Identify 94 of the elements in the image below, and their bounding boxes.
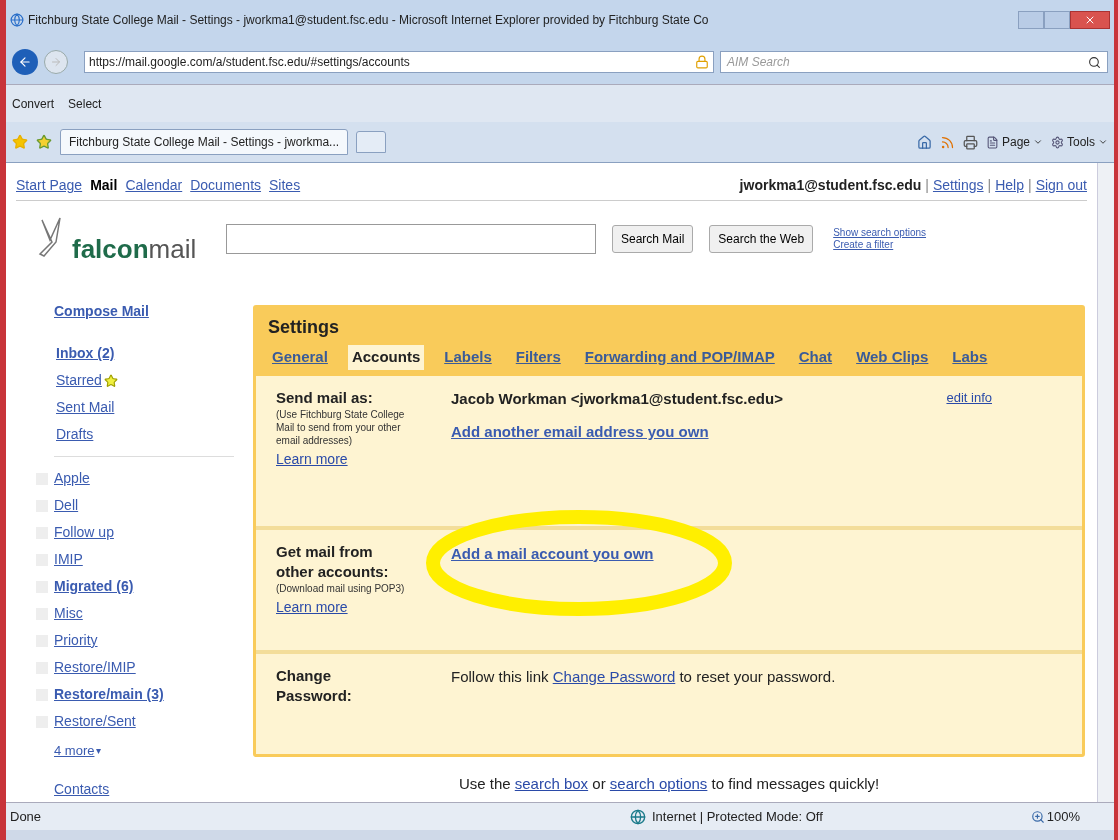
account-link[interactable]: Sign out <box>1035 175 1087 196</box>
edit-info-link[interactable]: edit info <box>946 387 992 410</box>
falconmail-logo: falconmail <box>16 216 216 262</box>
search-button[interactable]: Search the Web <box>709 225 814 253</box>
label-link[interactable]: Restore/Sent <box>54 711 136 732</box>
nav-link[interactable]: Start Page <box>16 175 83 196</box>
section-label: Change Password: <box>276 665 353 706</box>
search-button[interactable]: Search Mail <box>612 225 694 253</box>
compose-link[interactable]: Compose Mail <box>54 301 149 322</box>
sender-address: Jacob Workman <jworkma1@student.fsc.edu> <box>451 388 783 409</box>
lock-icon <box>695 55 709 69</box>
separator: | <box>925 176 929 195</box>
feed-icon[interactable] <box>939 134 955 150</box>
account-link[interactable]: Help <box>995 175 1024 196</box>
separator: | <box>987 176 992 195</box>
back-button[interactable] <box>12 49 38 75</box>
close-button[interactable] <box>1070 11 1110 29</box>
search-icon <box>1088 55 1101 69</box>
address-field[interactable]: https://mail.google.com/a/student.fsc.edu/#settings/accounts <box>84 51 714 73</box>
learn-more-link[interactable]: Learn more <box>276 448 348 470</box>
scrollbar[interactable] <box>1097 163 1114 802</box>
account-link[interactable]: Settings <box>932 175 984 196</box>
add-favorite-icon[interactable] <box>36 134 52 150</box>
section-label: Get mail from other accounts: <box>276 541 390 582</box>
folder-link[interactable]: Sent Mail <box>56 397 115 418</box>
search-tip: Use the search box or search options to find messages quickly! <box>457 773 881 794</box>
close-icon <box>1084 14 1096 26</box>
settings-tab[interactable]: Accounts <box>347 345 425 370</box>
zoom-icon <box>1030 809 1045 824</box>
caret-icon <box>1033 137 1043 147</box>
password-sentence: Follow this link Change Password to reset your password. <box>451 666 837 687</box>
label-link[interactable]: Dell <box>54 495 79 516</box>
toolbar-button[interactable]: Select <box>68 94 102 113</box>
zoom-level[interactable]: 100% <box>1046 806 1080 827</box>
nav-link[interactable]: Mail <box>90 175 118 196</box>
mail-search-field[interactable] <box>226 224 596 254</box>
settings-tab[interactable]: Labs <box>948 345 992 370</box>
nav-link[interactable]: Documents <box>190 175 262 196</box>
section-note: (Download mail using POP3) <box>276 581 406 595</box>
gear-icon <box>1051 135 1064 149</box>
settings-tab[interactable]: Forwarding and POP/IMAP <box>580 345 779 370</box>
browser-icon <box>10 13 24 27</box>
command-button[interactable]: Page <box>985 133 1043 151</box>
text-link[interactable]: Change Password <box>552 667 676 685</box>
toolbar-button[interactable]: Convert <box>12 94 55 113</box>
settings-tab[interactable]: Labels <box>440 345 496 370</box>
label-link[interactable]: IMIP <box>54 549 83 570</box>
settings-title: Settings <box>268 317 339 337</box>
settings-tab[interactable]: Web Clips <box>852 345 933 370</box>
text-link[interactable]: search options <box>609 774 708 792</box>
folder-link[interactable]: Inbox (2) <box>56 343 115 364</box>
minimize-button[interactable] <box>1018 11 1044 29</box>
search-option-link[interactable]: Show search options <box>833 227 927 239</box>
section-note: (Use Fitchburg State College Mail to send from your other email addresses) <box>276 407 406 447</box>
label-link[interactable]: Restore/main (3) <box>54 684 164 705</box>
favorites-star-icon[interactable] <box>12 134 28 150</box>
nav-link[interactable]: Sites <box>269 175 301 196</box>
print-icon[interactable] <box>962 134 978 150</box>
new-tab-button[interactable] <box>356 131 387 153</box>
learn-more-link[interactable]: Learn more <box>276 596 348 618</box>
settings-tab[interactable]: Filters <box>511 345 565 370</box>
label-link[interactable]: Restore/IMIP <box>54 657 136 678</box>
folder-link[interactable]: Starred <box>56 370 102 391</box>
window-title: Fitchburg State College Mail - Settings - jworkma1@student.fsc.edu - Microsoft Internet Explorer provided by Fitchburg State Co <box>28 12 710 29</box>
maximize-button[interactable] <box>1044 11 1070 29</box>
forward-button[interactable] <box>44 50 68 74</box>
forward-arrow-icon <box>50 56 62 68</box>
browser-tab[interactable]: Fitchburg State College Mail - Settings - jworkma... <box>60 129 349 155</box>
settings-tab[interactable]: General <box>268 345 332 370</box>
label-link[interactable]: Migrated (6) <box>54 576 134 597</box>
status-text: Done <box>10 807 43 826</box>
settings-tab[interactable]: Chat <box>794 345 837 370</box>
nav-link[interactable]: Calendar <box>125 175 183 196</box>
home-icon[interactable] <box>916 134 932 150</box>
command-button[interactable]: Tools <box>1051 133 1108 151</box>
page-icon <box>985 135 999 149</box>
separator: | <box>1028 176 1032 195</box>
contacts-link[interactable]: Contacts <box>54 778 110 800</box>
section-label: Send mail as: <box>276 387 374 408</box>
text-link[interactable]: search box <box>514 774 589 792</box>
label-link[interactable]: Priority <box>54 630 98 651</box>
globe-icon <box>630 808 646 825</box>
more-labels-link[interactable]: 4 more <box>54 741 95 761</box>
folder-link[interactable]: Drafts <box>56 424 94 445</box>
label-link[interactable]: Misc <box>54 603 83 624</box>
label-link[interactable]: Follow up <box>54 522 114 543</box>
caret-icon: ▾ <box>96 743 102 759</box>
caret-icon <box>1098 137 1108 147</box>
account-link[interactable]: Add another email address you own <box>451 423 709 440</box>
search-option-link[interactable]: Create a filter <box>833 239 927 251</box>
label-link[interactable]: Apple <box>54 468 90 489</box>
user-email: jworkma1@student.fsc.edu <box>739 176 922 195</box>
account-link[interactable]: Add a mail account you own <box>451 544 654 562</box>
security-zone: Internet | Protected Mode: Off <box>652 807 824 826</box>
